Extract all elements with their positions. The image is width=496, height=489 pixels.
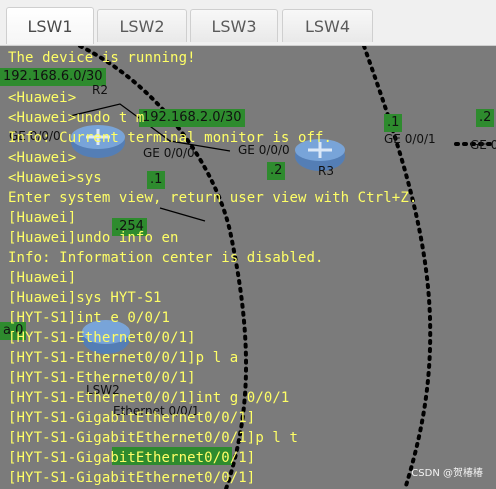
tab-lsw1[interactable]: LSW1: [6, 7, 94, 44]
ethernet-label: Ethernet 0/0/1: [113, 404, 200, 418]
interface-label-5: GE 0/0/0: [9, 129, 61, 143]
ip-label-5: .254: [112, 218, 147, 236]
router-r2-icon: [71, 125, 125, 158]
tab-lsw2[interactable]: LSW2: [97, 9, 187, 42]
ip-label-2: .2: [476, 109, 495, 127]
ip-label-3: .1: [147, 171, 166, 189]
interface-label-4: GE 0: [470, 138, 496, 152]
left-port-label: a 0: [0, 322, 27, 340]
device-tab-bar: LSW1 LSW2 LSW3 LSW4: [0, 0, 496, 46]
csdn-watermark: CSDN @贺椿椿: [411, 468, 483, 479]
interface-label-2: GE 0/0/0: [238, 143, 290, 157]
subnet-label-2: 192.168.2.0/30: [139, 109, 245, 127]
ip-label-1: .1: [384, 114, 403, 132]
ensp-console-window: LSW1 LSW2 LSW3 LSW4 192.168.6.0/30 192.1…: [0, 0, 496, 489]
subnet-label-1: 192.168.6.0/30: [0, 68, 106, 86]
network-topology-background: [0, 46, 496, 489]
router-r3-label: R3: [318, 164, 334, 178]
console-workspace[interactable]: 192.168.6.0/30 192.168.2.0/30 .1 .2 .1 .…: [0, 46, 496, 489]
router-r2-label: R2: [92, 83, 108, 97]
interface-label-1: GE 0/0/0: [143, 146, 195, 160]
switch-lsw2-icon: [82, 320, 130, 354]
switch-lsw2-label: LSW2: [86, 383, 120, 397]
tab-lsw3[interactable]: LSW3: [190, 9, 278, 42]
ip-label-4: .2: [267, 162, 286, 180]
bottom-green-bar: [112, 447, 232, 465]
interface-label-3: GE 0/0/1: [384, 132, 436, 146]
tab-lsw4[interactable]: LSW4: [282, 9, 373, 42]
